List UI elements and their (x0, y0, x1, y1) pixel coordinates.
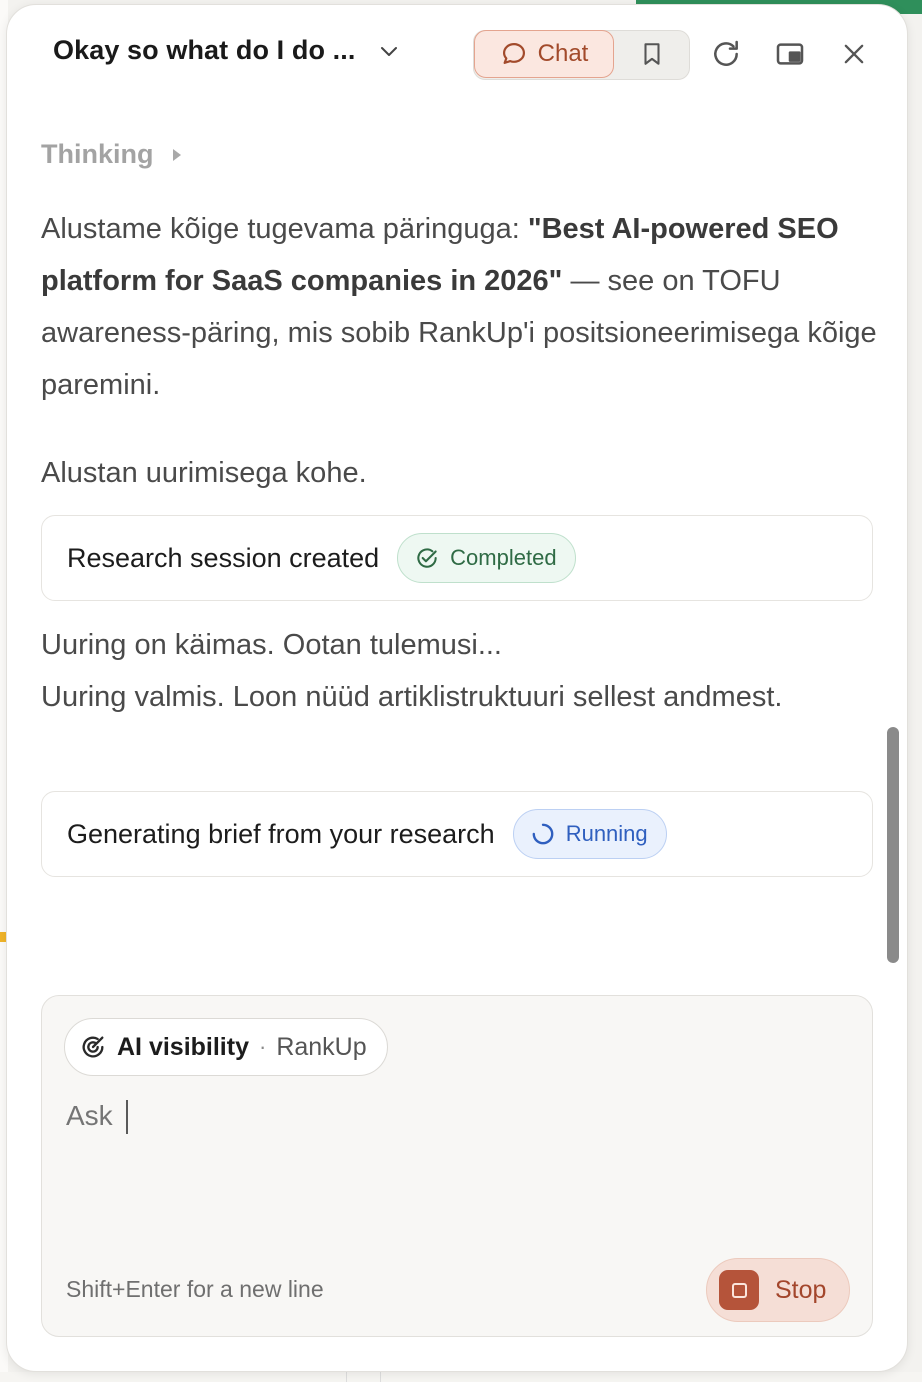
tool-card-label: Generating brief from your research (67, 818, 495, 849)
close-icon (844, 44, 864, 64)
target-icon (82, 1036, 104, 1058)
thinking-label: Thinking (41, 139, 154, 169)
status-badge-completed: Completed (397, 533, 576, 583)
background-divider (380, 1372, 381, 1382)
assistant-message: Alustan uurimisega kohe. (41, 447, 881, 499)
scrollbar-thumb[interactable] (887, 727, 899, 963)
status-badge-label: Running (565, 821, 648, 846)
chat-panel: Okay so what do I do ... Chat Thinking A… (6, 4, 908, 1372)
chat-tab-label: Chat (537, 40, 589, 67)
chevron-down-icon (381, 46, 398, 56)
close-button[interactable] (835, 35, 873, 73)
picture-in-picture-icon (776, 43, 804, 65)
background-footer (0, 1372, 922, 1382)
message-text: Alustan uurimisega kohe. (41, 457, 367, 489)
chat-tab-button[interactable]: Chat (474, 30, 614, 78)
view-toggle: Chat (473, 30, 690, 80)
bookmark-button[interactable] (614, 31, 689, 77)
message-text: Alustame kõige tugevama päringuga: (41, 213, 528, 245)
composer-hint: Shift+Enter for a new line (66, 1276, 324, 1302)
bookmark-icon (643, 43, 660, 65)
stop-button[interactable]: Stop (706, 1258, 850, 1322)
refresh-icon (714, 40, 738, 66)
composer: AI visibility · RankUp Shift+Enter for a… (41, 995, 873, 1337)
chat-bubble-icon (502, 42, 525, 64)
assistant-message: Alustame kõige tugevama päringuga: "Best… (41, 203, 881, 411)
context-chip-project: RankUp (276, 1032, 367, 1061)
refresh-button[interactable] (707, 35, 745, 73)
message-text: Uuring on käimas. Ootan tulemusi... (41, 629, 502, 661)
text-cursor (126, 1100, 128, 1134)
background-divider (346, 1372, 347, 1382)
stop-label: Stop (775, 1275, 827, 1304)
spinner-icon (532, 823, 554, 845)
conversation-title: Okay so what do I do ... (53, 35, 356, 65)
status-badge-running: Running (512, 809, 667, 859)
thinking-toggle[interactable]: Thinking (41, 139, 183, 170)
context-chip-separator: · (258, 1034, 267, 1059)
message-text: Uuring valmis. Loon nüüd artiklistruktuu… (41, 681, 783, 713)
status-badge-label: Completed (450, 545, 557, 570)
message-input[interactable] (66, 1100, 766, 1132)
tool-card-research: Research session created Completed (41, 515, 873, 601)
tool-card-brief: Generating brief from your research Runn… (41, 791, 873, 877)
stop-icon (719, 1270, 759, 1310)
assistant-message: Uuring on käimas. Ootan tulemusi... Uuri… (41, 619, 881, 723)
tool-card-label: Research session created (67, 542, 380, 573)
panel-header: Okay so what do I do ... Chat (7, 5, 907, 105)
caret-right-icon (173, 148, 182, 161)
context-chip-label: AI visibility (117, 1032, 249, 1061)
picture-in-picture-button[interactable] (771, 35, 809, 73)
context-chip[interactable]: AI visibility · RankUp (64, 1018, 388, 1076)
check-circle-icon (417, 548, 437, 568)
conversation-title-dropdown[interactable]: Okay so what do I do ... (53, 35, 401, 66)
